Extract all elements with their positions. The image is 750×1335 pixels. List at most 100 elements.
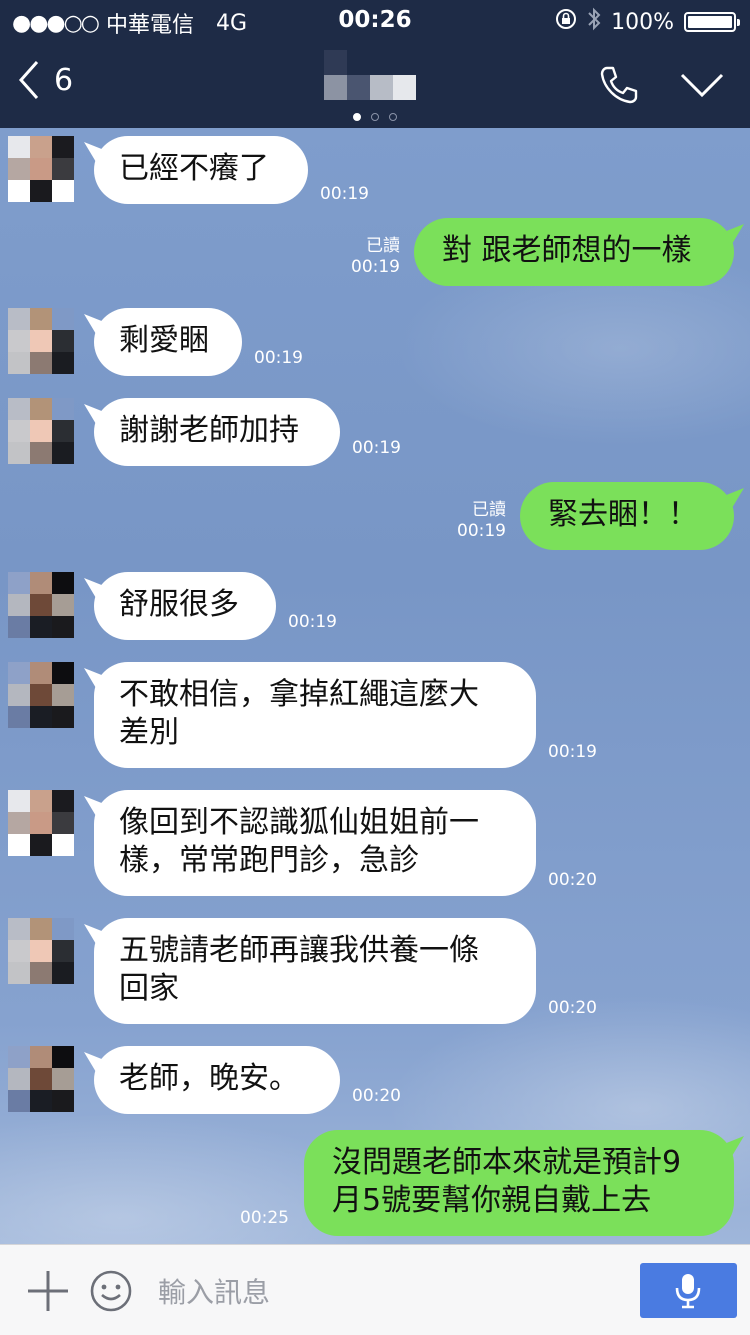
avatar-pixel <box>8 918 30 940</box>
message-bubble[interactable]: 老師，晚安。 <box>94 1046 340 1114</box>
avatar-pixel <box>52 572 74 594</box>
avatar-pixel <box>52 706 74 728</box>
bluetooth-icon <box>587 7 601 37</box>
avatar-pixel <box>30 352 52 374</box>
avatar-pixel <box>30 420 52 442</box>
avatar-pixel <box>8 940 30 962</box>
page-dot <box>389 113 397 121</box>
avatar-pixel <box>52 136 74 158</box>
avatar-pixel <box>30 308 52 330</box>
message-input[interactable]: 輸入訊息 <box>158 1271 270 1311</box>
menu-toggle-button[interactable] <box>680 72 724 102</box>
avatar-pixel <box>30 918 52 940</box>
avatar-pixel <box>30 442 52 464</box>
avatar-pixel <box>8 790 30 812</box>
sender-avatar[interactable] <box>8 918 74 984</box>
message-bubble[interactable]: 像回到不認識狐仙姐姐前一 樣，常常跑門診，急診 <box>94 790 536 896</box>
avatar-pixel <box>30 572 52 594</box>
message-time: 00:19 <box>351 257 400 277</box>
avatar-pixel <box>52 834 74 856</box>
message-time: 00:25 <box>240 1208 289 1228</box>
avatar-pixel <box>8 834 30 856</box>
avatar-pixel <box>52 442 74 464</box>
avatar-pixel <box>8 352 30 374</box>
message-bubble[interactable]: 五號請老師再讓我供養一條 回家 <box>94 918 536 1024</box>
sender-avatar[interactable] <box>8 662 74 728</box>
avatar-pixel <box>52 1090 74 1112</box>
read-receipt: 已讀 <box>366 236 400 256</box>
sender-avatar[interactable] <box>8 308 74 374</box>
message-bubble[interactable]: 剩愛睏 <box>94 308 242 376</box>
rotation-lock-icon <box>555 8 577 36</box>
sender-avatar[interactable] <box>8 398 74 464</box>
message-bubble[interactable]: 謝謝老師加持 <box>94 398 340 466</box>
read-receipt: 已讀 <box>472 500 506 520</box>
message-time: 00:20 <box>548 870 597 890</box>
avatar-pixel <box>52 662 74 684</box>
avatar-pixel <box>52 180 74 202</box>
unread-count: 6 <box>54 62 74 98</box>
avatar-pixel <box>52 1068 74 1090</box>
emoji-button[interactable] <box>89 1269 133 1317</box>
sender-avatar[interactable] <box>8 1046 74 1112</box>
sender-avatar[interactable] <box>8 136 74 202</box>
avatar-pixel <box>30 616 52 638</box>
avatar-pixel <box>30 1068 52 1090</box>
avatar-pixel <box>30 136 52 158</box>
message-time: 00:19 <box>548 742 597 762</box>
battery-percent: 100% <box>611 9 674 35</box>
back-button[interactable]: 6 <box>18 60 73 100</box>
call-button[interactable] <box>598 64 640 110</box>
avatar-pixel <box>30 1046 52 1068</box>
chevron-down-icon <box>680 73 724 98</box>
page-dot <box>353 113 361 121</box>
avatar-pixel <box>52 158 74 180</box>
avatar-pixel <box>52 352 74 374</box>
message-time: 00:20 <box>548 998 597 1018</box>
message-bubble[interactable]: 緊去睏！！ <box>520 482 734 550</box>
message-bubble[interactable]: 不敢相信，拿掉紅繩這麼大 差別 <box>94 662 536 768</box>
battery-icon <box>684 12 740 32</box>
avatar-pixel <box>52 330 74 352</box>
avatar-pixel <box>8 1068 30 1090</box>
avatar-pixel <box>52 398 74 420</box>
avatar-pixel <box>8 308 30 330</box>
avatar-pixel <box>52 594 74 616</box>
avatar-pixel <box>8 330 30 352</box>
avatar-pixel <box>8 442 30 464</box>
message-bubble[interactable]: 對 跟老師想的一樣 <box>414 218 734 286</box>
message-time: 00:19 <box>288 612 337 632</box>
avatar-pixel <box>30 330 52 352</box>
voice-message-button[interactable] <box>640 1263 737 1318</box>
phone-icon <box>600 66 638 104</box>
message-meta: 已讀 00:19 <box>300 236 400 278</box>
avatar-pixel <box>8 812 30 834</box>
add-attachment-button[interactable] <box>26 1269 70 1317</box>
avatar-pixel <box>30 398 52 420</box>
avatar-pixel <box>52 940 74 962</box>
message-input-bar: 輸入訊息 <box>0 1244 750 1335</box>
avatar-pixel <box>52 1046 74 1068</box>
avatar-pixel <box>30 706 52 728</box>
message-bubble[interactable]: 已經不癢了 <box>94 136 308 204</box>
avatar-pixel <box>52 420 74 442</box>
message-time: 00:19 <box>352 438 401 458</box>
avatar-pixel <box>8 398 30 420</box>
message-time: 00:19 <box>457 521 506 541</box>
sender-avatar[interactable] <box>8 790 74 856</box>
message-bubble[interactable]: 舒服很多 <box>94 572 276 640</box>
page-dot <box>371 113 379 121</box>
avatar-pixel <box>30 940 52 962</box>
chat-header: 6 <box>0 42 750 128</box>
message-bubble[interactable]: 沒問題老師本來就是預計9 月5號要幫你親自戴上去 <box>304 1130 734 1236</box>
avatar-pixel <box>8 572 30 594</box>
message-meta: 已讀 00:19 <box>406 500 506 542</box>
avatar-pixel <box>8 158 30 180</box>
avatar-pixel <box>52 790 74 812</box>
message-time: 00:20 <box>352 1086 401 1106</box>
microphone-icon <box>675 1274 701 1309</box>
avatar-pixel <box>8 662 30 684</box>
sender-avatar[interactable] <box>8 572 74 638</box>
avatar-pixel <box>30 180 52 202</box>
chat-message-list[interactable]: 已經不癢了 00:19 對 跟老師想的一樣 已讀 00:19 剩愛睏 00:19 謝謝老師加持… <box>0 128 750 1244</box>
